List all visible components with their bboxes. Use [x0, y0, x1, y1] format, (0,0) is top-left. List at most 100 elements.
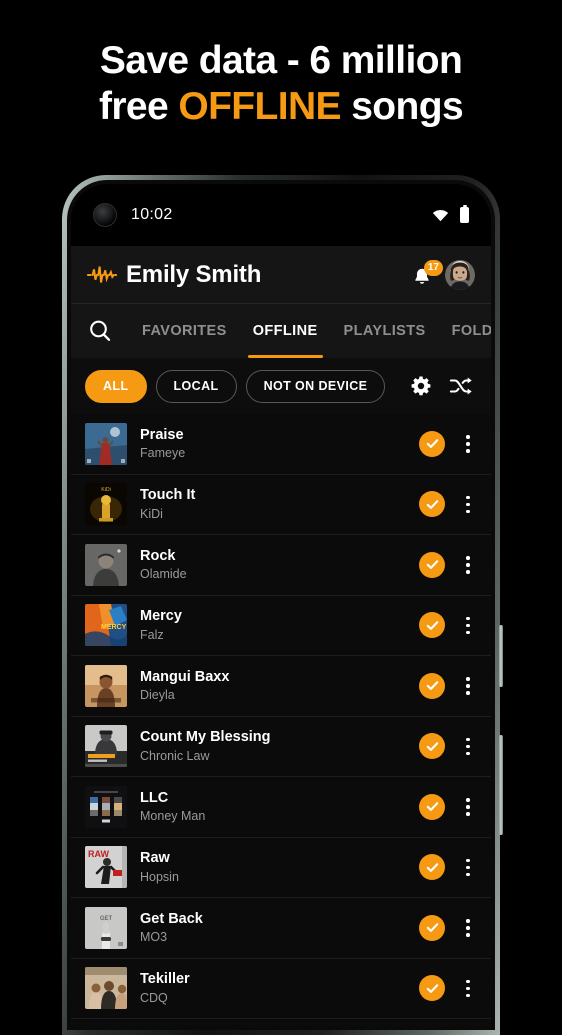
shuffle-icon: [449, 377, 472, 395]
album-art: KiDi: [85, 483, 127, 526]
table-row[interactable]: LLC Money Man: [71, 777, 491, 838]
table-row[interactable]: RAW Raw Hopsin: [71, 837, 491, 898]
svg-text:MERCY: MERCY: [101, 624, 127, 631]
filter-chip-not-on-device[interactable]: NOT ON DEVICE: [245, 369, 386, 403]
avatar[interactable]: [445, 259, 475, 290]
download-complete-check-icon[interactable]: [419, 612, 445, 639]
song-info: Tekiller CDQ: [140, 970, 419, 1006]
download-complete-check-icon[interactable]: [419, 914, 445, 941]
promo-headline: Save data - 6 million free OFFLINE songs: [0, 38, 562, 130]
song-info: Get Back MO3: [140, 910, 419, 946]
album-art: [85, 967, 127, 1010]
search-icon: [90, 320, 111, 341]
headline-line-2: free OFFLINE songs: [0, 84, 562, 130]
overflow-menu-icon[interactable]: [459, 431, 477, 457]
song-artist: Fameye: [140, 446, 186, 460]
battery-icon: [460, 204, 469, 223]
song-artist: Chronic Law: [140, 748, 210, 763]
download-complete-check-icon[interactable]: [419, 430, 445, 457]
tab-offline[interactable]: OFFLINE: [240, 304, 331, 358]
overflow-menu-icon[interactable]: [459, 673, 477, 699]
gear-icon: [411, 376, 431, 396]
song-artist: Hopsin: [140, 869, 179, 884]
headline-suffix: songs: [340, 85, 464, 129]
song-artist: Money Man: [140, 809, 206, 823]
download-complete-check-icon[interactable]: [419, 672, 445, 699]
table-row[interactable]: Mangui Baxx Dieyla: [71, 656, 491, 717]
phone-volume-button[interactable]: [499, 625, 503, 687]
tab-favorites[interactable]: FAVORITES: [129, 304, 240, 358]
song-title: Praise: [140, 426, 184, 443]
album-art: [85, 664, 127, 707]
download-complete-check-icon[interactable]: [419, 551, 445, 578]
phone-power-button[interactable]: [499, 735, 503, 835]
song-info: LLC Money Man: [140, 789, 419, 825]
song-artist: Falz: [140, 627, 164, 642]
table-row[interactable]: Count My Blessing Chronic Law: [71, 716, 491, 777]
front-camera-punch-hole-icon: [93, 203, 117, 227]
album-art: GET: [85, 906, 127, 949]
song-info: Mercy Falz: [140, 607, 419, 643]
headline-line-1: Save data - 6 million: [99, 39, 463, 82]
settings-button[interactable]: [410, 375, 432, 397]
overflow-menu-icon[interactable]: [459, 612, 477, 638]
song-title: Count My Blessing: [140, 729, 271, 746]
album-art-mercy: MERCY: [85, 604, 127, 647]
overflow-menu-icon[interactable]: [459, 552, 477, 578]
filter-chip-local[interactable]: LOCAL: [155, 369, 237, 403]
table-row[interactable]: Praise Fameye: [71, 414, 491, 475]
download-complete-check-icon[interactable]: [419, 733, 445, 760]
download-complete-check-icon[interactable]: [419, 854, 445, 881]
offline-songs-list: Praise Fameye KiDi Touch It KiDi Rock Ol…: [71, 414, 491, 1019]
table-row[interactable]: GET Get Back MO3: [71, 898, 491, 959]
overflow-menu-icon[interactable]: [459, 794, 477, 820]
song-artist: KiDi: [140, 506, 163, 521]
download-complete-check-icon[interactable]: [419, 793, 445, 820]
table-row[interactable]: KiDi Touch It KiDi: [71, 474, 491, 535]
notifications-button[interactable]: 17: [411, 259, 443, 288]
album-art-get-back: GET: [85, 906, 127, 949]
song-info: Count My Blessing Chronic Law: [140, 728, 419, 764]
song-artist: CDQ: [140, 990, 168, 1005]
waveform-logo-icon: [87, 265, 117, 283]
album-art: [85, 785, 127, 828]
tab-folders[interactable]: FOLDERS: [439, 304, 491, 358]
headline-prefix: free: [98, 85, 179, 129]
table-row[interactable]: Rock Olamide: [71, 535, 491, 596]
download-complete-check-icon[interactable]: [419, 491, 445, 518]
overflow-menu-icon[interactable]: [459, 854, 477, 880]
song-title: Mangui Baxx: [140, 668, 230, 685]
song-title: Mercy: [140, 608, 182, 625]
overflow-menu-icon[interactable]: [459, 915, 477, 941]
user-name-title: Emily Smith: [126, 260, 262, 288]
song-title: LLC: [140, 789, 169, 806]
header-actions: 17: [411, 259, 475, 290]
album-art: MERCY: [85, 604, 127, 647]
song-info: Rock Olamide: [140, 547, 419, 583]
wifi-icon: [432, 209, 449, 221]
download-complete-check-icon[interactable]: [419, 975, 445, 1002]
tab-playlists[interactable]: PLAYLISTS: [331, 304, 439, 358]
song-title: Tekiller: [140, 971, 190, 988]
status-bar-indicators: [432, 204, 469, 223]
overflow-menu-icon[interactable]: [459, 733, 477, 759]
overflow-menu-icon[interactable]: [459, 491, 477, 517]
filter-actions: [410, 375, 477, 397]
album-art: [85, 422, 127, 465]
table-row[interactable]: Tekiller CDQ: [71, 958, 491, 1019]
filter-chip-all[interactable]: ALL: [85, 369, 147, 403]
filter-chips-bar: ALL LOCAL NOT ON DEVICE: [71, 358, 491, 414]
album-art-tekiller: [85, 967, 127, 1010]
app-header: Emily Smith 17: [71, 246, 491, 304]
album-art: [85, 543, 127, 586]
song-info: Raw Hopsin: [140, 849, 419, 885]
shuffle-button[interactable]: [449, 375, 473, 397]
overflow-menu-icon[interactable]: [459, 975, 477, 1001]
table-row[interactable]: MERCY Mercy Falz: [71, 595, 491, 656]
navigation-tabs-bar: FAVORITES OFFLINE PLAYLISTS FOLDERS: [71, 304, 491, 358]
album-art-count-my-blessing: [85, 725, 127, 768]
notification-count-badge: 17: [423, 259, 443, 276]
album-art-praise: [85, 422, 127, 465]
search-button[interactable]: [85, 316, 115, 346]
song-title: Get Back: [140, 910, 203, 927]
